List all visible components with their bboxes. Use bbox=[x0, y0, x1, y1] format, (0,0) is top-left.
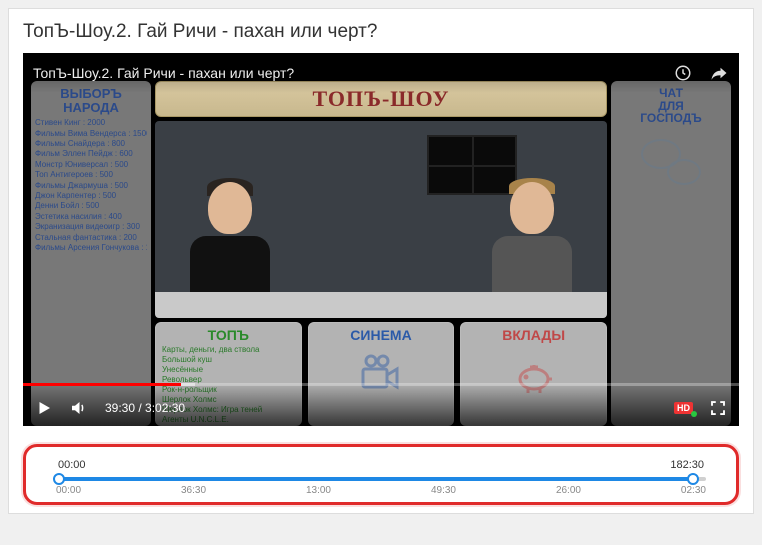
right-panel-title-3: ГОСПОДЪ bbox=[615, 112, 727, 125]
list-item: Монстр Юниверсал : 500 bbox=[35, 160, 147, 170]
tick-label: 00:00 bbox=[56, 485, 81, 496]
watch-later-icon[interactable] bbox=[673, 63, 693, 83]
list-item: Фильмы Джармуша : 500 bbox=[35, 181, 147, 191]
current-time: 39:30 bbox=[105, 401, 135, 415]
list-item: Стальная фантастика : 200 bbox=[35, 233, 147, 243]
video-player[interactable]: ТопЪ-Шоу.2. Гай Ричи - пахан или черт? В… bbox=[23, 53, 739, 426]
list-item: Фильмы Вима Вендерса : 1500 bbox=[35, 129, 147, 139]
share-icon[interactable] bbox=[709, 63, 729, 83]
list-item: Стивен Кинг : 2000 bbox=[35, 118, 147, 128]
tick-label: 02:30 bbox=[681, 485, 706, 496]
right-panel-chat: ЧАТ ДЛЯ ГОСПОДЪ bbox=[611, 81, 731, 426]
range-handle-right[interactable] bbox=[687, 473, 699, 485]
list-item: Карты, деньги, два ствола bbox=[162, 345, 295, 355]
play-icon[interactable] bbox=[33, 397, 55, 419]
duration: 3:02:30 bbox=[145, 401, 185, 415]
list-item: Фильм Эллен Пейдж : 600 bbox=[35, 149, 147, 159]
page-title: ТопЪ-Шоу.2. Гай Ричи - пахан или черт? bbox=[23, 21, 739, 43]
list-item: Джон Карпентер : 500 bbox=[35, 191, 147, 201]
list-item: Фильмы Арсения Гончукова : 100 bbox=[35, 243, 147, 253]
video-header: ТопЪ-Шоу.2. Гай Ричи - пахан или черт? bbox=[23, 53, 739, 93]
tab-deposits-title: ВКЛАДЫ bbox=[502, 327, 565, 343]
list-item: Экранизация видеоигр : 300 bbox=[35, 222, 147, 232]
left-panel-title-2: НАРОДА bbox=[35, 101, 147, 115]
video-controls: 39:30 / 3:02:30 HD bbox=[23, 383, 739, 426]
tick-label: 36:30 bbox=[181, 485, 206, 496]
progress-bar[interactable] bbox=[23, 383, 739, 386]
chat-icon bbox=[641, 139, 701, 189]
list-item: Денни Бойл : 500 bbox=[35, 201, 147, 211]
left-panel-vybor: ВЫБОРЪ НАРОДА Стивен Кинг : 2000 Фильмы … bbox=[31, 81, 151, 426]
tick-label: 13:00 bbox=[306, 485, 331, 496]
list-item: Большой куш bbox=[162, 355, 295, 365]
range-slider-track[interactable] bbox=[56, 477, 706, 481]
range-start-label: 00:00 bbox=[58, 459, 86, 471]
list-item: Фильмы Снайдера : 800 bbox=[35, 139, 147, 149]
fullscreen-icon[interactable] bbox=[707, 397, 729, 419]
tab-cinema-title: СИНЕМА bbox=[350, 327, 411, 343]
tick-label: 49:30 bbox=[431, 485, 456, 496]
tick-label: 26:00 bbox=[556, 485, 581, 496]
range-handle-left[interactable] bbox=[53, 473, 65, 485]
list-item: Топ Антигероев : 500 bbox=[35, 170, 147, 180]
list-item: Унесённые bbox=[162, 365, 295, 375]
time-display: 39:30 / 3:02:30 bbox=[105, 401, 185, 415]
tab-top-title: ТОПЪ bbox=[162, 327, 295, 343]
list-item: Эстетика насилия : 400 bbox=[35, 212, 147, 222]
volume-icon[interactable] bbox=[67, 397, 89, 419]
video-scene bbox=[155, 121, 607, 318]
range-end-label: 182:30 bbox=[670, 459, 704, 471]
video-title: ТопЪ-Шоу.2. Гай Ричи - пахан или черт? bbox=[33, 65, 294, 81]
range-slider-widget: 00:00 182:30 00:00 36:30 13:00 49:30 26:… bbox=[23, 444, 739, 505]
hd-badge[interactable]: HD bbox=[674, 402, 693, 414]
